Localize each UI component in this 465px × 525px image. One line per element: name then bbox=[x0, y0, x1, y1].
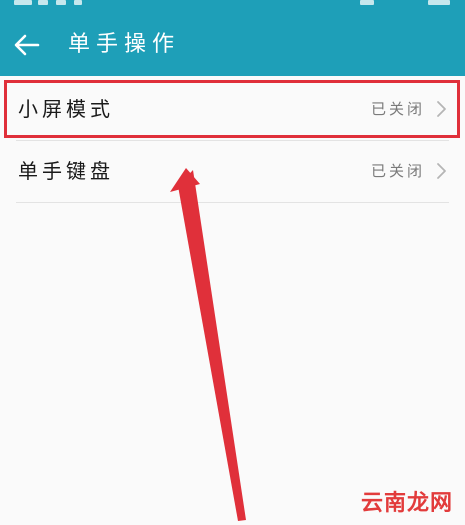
setting-status: 已关闭 bbox=[370, 162, 425, 180]
back-button[interactable] bbox=[10, 30, 44, 60]
setting-label: 小屏模式 bbox=[18, 97, 114, 121]
alarm-icon bbox=[360, 0, 374, 5]
arrow-left-icon bbox=[14, 34, 40, 56]
signal-icon bbox=[14, 0, 32, 5]
setting-label: 单手键盘 bbox=[18, 159, 114, 183]
arrow-shaft bbox=[178, 170, 246, 521]
chevron-right-icon bbox=[437, 163, 446, 179]
setting-status: 已关闭 bbox=[370, 100, 425, 118]
status-bar bbox=[0, 0, 465, 12]
page-title: 单手操作 bbox=[68, 32, 181, 57]
chevron-right-icon bbox=[437, 101, 446, 117]
notification-icon bbox=[74, 0, 82, 5]
watermark-logo: 云南龙网 bbox=[360, 491, 453, 516]
settings-list: 小屏模式 已关闭 单手键盘 已关闭 bbox=[0, 78, 465, 203]
signal-icon bbox=[38, 0, 48, 5]
wifi-icon bbox=[56, 0, 66, 5]
divider bbox=[16, 202, 449, 203]
small-screen-mode-item[interactable]: 小屏模式 已关闭 bbox=[0, 78, 465, 140]
battery-icon bbox=[428, 0, 450, 5]
app-bar: 单手操作 bbox=[0, 0, 465, 76]
screen: 单手操作 小屏模式 已关闭 单手键盘 已关闭 云南龙网 bbox=[0, 0, 465, 525]
one-hand-keyboard-item[interactable]: 单手键盘 已关闭 bbox=[0, 140, 465, 202]
